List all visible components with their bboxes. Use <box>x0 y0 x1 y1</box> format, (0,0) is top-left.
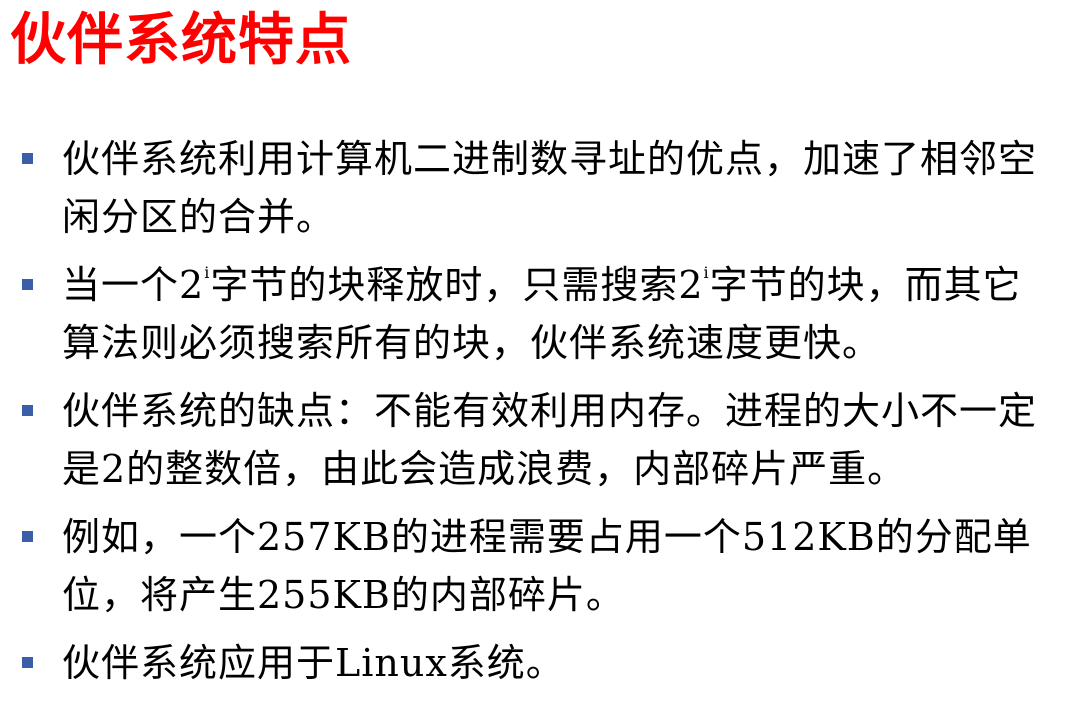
square-bullet-icon <box>22 279 33 290</box>
bullet-item-linux: 伙伴系统应用于Linux系统。 <box>0 634 1067 692</box>
bullet-item-block-release: 当一个2i字节的块释放时，只需搜索2i字节的块，而其它算法则必须搜索所有的块，伙… <box>0 256 1067 372</box>
bullet-text-part-2: 字节的块释放时，只需搜索2 <box>210 263 704 307</box>
superscript-i: i <box>703 263 710 283</box>
bullet-text: 伙伴系统利用计算机二进制数寻址的优点，加速了相邻空闲分区的合并。 <box>62 137 1038 239</box>
square-bullet-icon <box>22 405 33 416</box>
bullet-text-part-1: 当一个2 <box>62 263 205 307</box>
square-bullet-icon <box>22 531 33 542</box>
superscript-i: i <box>204 263 211 283</box>
bullet-item-example: 例如，一个257KB的进程需要占用一个512KB的分配单位，将产生255KB的内… <box>0 508 1067 624</box>
bullet-item-drawbacks: 伙伴系统的缺点：不能有效利用内存。进程的大小不一定是2的整数倍，由此会造成浪费，… <box>0 382 1067 498</box>
bullet-text: 例如，一个257KB的进程需要占用一个512KB的分配单位，将产生255KB的内… <box>62 515 1032 617</box>
square-bullet-icon <box>22 657 33 668</box>
bullet-text: 伙伴系统应用于Linux系统。 <box>62 641 565 685</box>
bullet-list: 伙伴系统利用计算机二进制数寻址的优点，加速了相邻空闲分区的合并。 当一个2i字节… <box>0 130 1067 702</box>
slide-title: 伙伴系统特点 <box>10 7 352 73</box>
square-bullet-icon <box>22 153 33 164</box>
bullet-item-binary-addressing: 伙伴系统利用计算机二进制数寻址的优点，加速了相邻空闲分区的合并。 <box>0 130 1067 246</box>
bullet-text: 伙伴系统的缺点：不能有效利用内存。进程的大小不一定是2的整数倍，由此会造成浪费，… <box>62 389 1038 491</box>
